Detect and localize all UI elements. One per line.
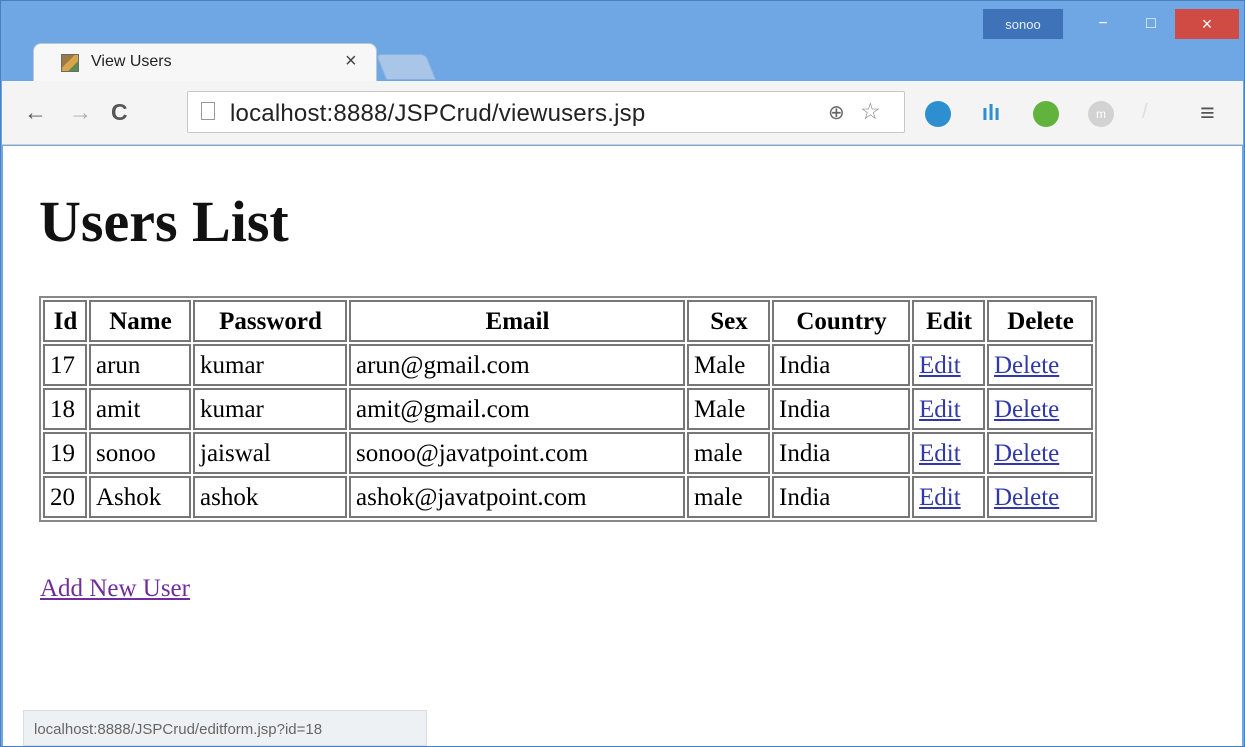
cell-delete: Delete bbox=[987, 388, 1093, 430]
slash-extension-icon[interactable]: / bbox=[1142, 101, 1154, 123]
delete-link[interactable]: Delete bbox=[994, 440, 1059, 467]
cell-email: sonoo@javatpoint.com bbox=[349, 432, 685, 474]
profile-button[interactable]: sonoo bbox=[983, 9, 1063, 39]
cell-password: ashok bbox=[193, 476, 347, 518]
table-row: 19 sonoo jaiswal sonoo@javatpoint.com ma… bbox=[43, 432, 1093, 474]
page-title: Users List bbox=[39, 189, 289, 254]
minimize-button[interactable]: − bbox=[1081, 9, 1125, 39]
bookmark-star-icon[interactable]: ☆ bbox=[860, 98, 881, 125]
cell-edit: Edit bbox=[912, 388, 985, 430]
browser-window: sonoo − □ × View Users × ← → C localhost… bbox=[0, 0, 1245, 747]
back-button[interactable]: ← bbox=[24, 99, 47, 126]
cell-country: India bbox=[772, 344, 910, 386]
cell-edit: Edit bbox=[912, 476, 985, 518]
cell-password: jaiswal bbox=[193, 432, 347, 474]
add-new-user-link[interactable]: Add New User bbox=[40, 575, 190, 603]
page-icon bbox=[201, 102, 215, 120]
cell-id: 18 bbox=[43, 388, 87, 430]
browser-toolbar: ← → C localhost:8888/JSPCrud/viewusers.j… bbox=[2, 81, 1243, 145]
header-sex: Sex bbox=[687, 300, 770, 342]
new-tab-button[interactable] bbox=[375, 54, 437, 80]
edit-link[interactable]: Edit bbox=[919, 484, 961, 511]
address-url[interactable]: localhost:8888/JSPCrud/viewusers.jsp bbox=[230, 100, 645, 128]
cell-id: 17 bbox=[43, 344, 87, 386]
cell-sex: male bbox=[687, 476, 770, 518]
header-country: Country bbox=[772, 300, 910, 342]
cell-country: India bbox=[772, 388, 910, 430]
cell-email: arun@gmail.com bbox=[349, 344, 685, 386]
maximize-button[interactable]: □ bbox=[1129, 9, 1173, 39]
delete-link[interactable]: Delete bbox=[994, 396, 1059, 423]
reload-button[interactable]: C bbox=[111, 99, 128, 126]
cell-country: India bbox=[772, 432, 910, 474]
table-row: 18 amit kumar amit@gmail.com Male India … bbox=[43, 388, 1093, 430]
table-row: 20 Ashok ashok ashok@javatpoint.com male… bbox=[43, 476, 1093, 518]
cell-name: sonoo bbox=[89, 432, 191, 474]
tab-title: View Users bbox=[91, 53, 172, 70]
header-delete: Delete bbox=[987, 300, 1093, 342]
chart-extension-icon[interactable]: ılı bbox=[979, 101, 1003, 125]
title-bar: sonoo − □ × bbox=[1, 1, 1244, 43]
account-extension-icon[interactable] bbox=[925, 101, 951, 127]
cell-country: India bbox=[772, 476, 910, 518]
cell-email: amit@gmail.com bbox=[349, 388, 685, 430]
cell-delete: Delete bbox=[987, 432, 1093, 474]
close-window-button[interactable]: × bbox=[1175, 9, 1239, 39]
tab-view-users[interactable]: View Users × bbox=[33, 43, 377, 81]
cell-id: 20 bbox=[43, 476, 87, 518]
cell-password: kumar bbox=[193, 344, 347, 386]
cell-delete: Delete bbox=[987, 344, 1093, 386]
cell-edit: Edit bbox=[912, 344, 985, 386]
zoom-icon[interactable]: ⊕ bbox=[828, 100, 845, 125]
users-table: Id Name Password Email Sex Country Edit … bbox=[39, 296, 1097, 522]
edit-link[interactable]: Edit bbox=[919, 396, 961, 423]
cell-edit: Edit bbox=[912, 432, 985, 474]
cell-email: ashok@javatpoint.com bbox=[349, 476, 685, 518]
edit-link[interactable]: Edit bbox=[919, 352, 961, 379]
table-row: 17 arun kumar arun@gmail.com Male India … bbox=[43, 344, 1093, 386]
wallet-extension-icon[interactable] bbox=[1033, 101, 1059, 127]
cell-name: amit bbox=[89, 388, 191, 430]
status-bar: localhost:8888/JSPCrud/editform.jsp?id=1… bbox=[23, 710, 427, 746]
edit-link[interactable]: Edit bbox=[919, 440, 961, 467]
image-icon bbox=[61, 54, 79, 72]
m-extension-icon[interactable]: m bbox=[1088, 101, 1114, 127]
cell-name: Ashok bbox=[89, 476, 191, 518]
header-email: Email bbox=[349, 300, 685, 342]
menu-icon[interactable]: ≡ bbox=[1200, 99, 1215, 128]
cell-sex: Male bbox=[687, 388, 770, 430]
header-name: Name bbox=[89, 300, 191, 342]
cell-sex: Male bbox=[687, 344, 770, 386]
cell-id: 19 bbox=[43, 432, 87, 474]
header-edit: Edit bbox=[912, 300, 985, 342]
close-tab-button[interactable]: × bbox=[345, 50, 357, 73]
cell-name: arun bbox=[89, 344, 191, 386]
table-header-row: Id Name Password Email Sex Country Edit … bbox=[43, 300, 1093, 342]
cell-delete: Delete bbox=[987, 476, 1093, 518]
delete-link[interactable]: Delete bbox=[994, 352, 1059, 379]
cell-password: kumar bbox=[193, 388, 347, 430]
forward-button[interactable]: → bbox=[69, 99, 92, 126]
page-content: Users List Id Name Password Email Sex Co… bbox=[3, 146, 1242, 746]
address-bar[interactable]: localhost:8888/JSPCrud/viewusers.jsp ⊕ ☆ bbox=[187, 91, 905, 133]
delete-link[interactable]: Delete bbox=[994, 484, 1059, 511]
cell-sex: male bbox=[687, 432, 770, 474]
header-password: Password bbox=[193, 300, 347, 342]
header-id: Id bbox=[43, 300, 87, 342]
